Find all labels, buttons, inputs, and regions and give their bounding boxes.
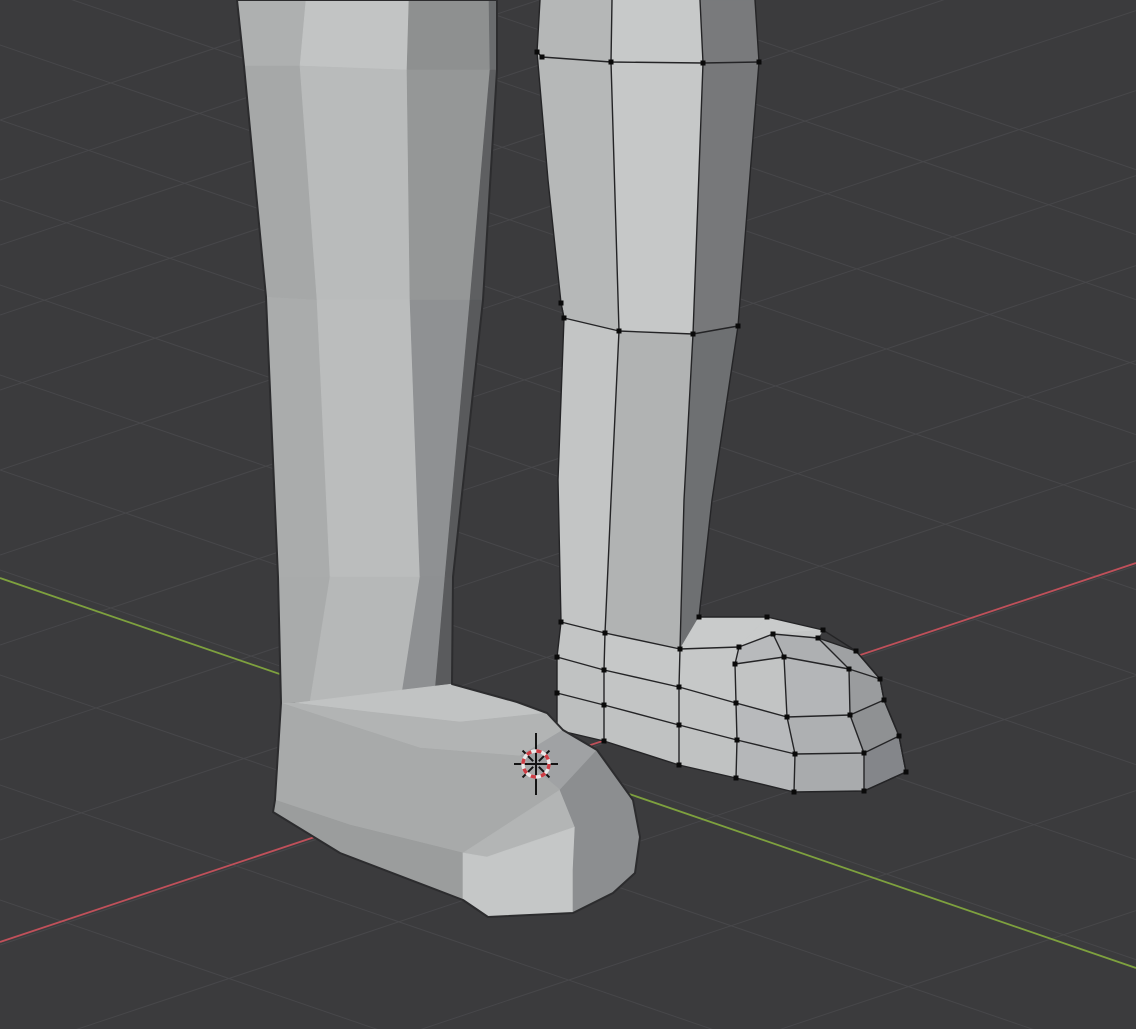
mesh-vertex[interactable] bbox=[821, 628, 826, 633]
mesh-face bbox=[300, 66, 410, 300]
mesh-vertex[interactable] bbox=[535, 50, 540, 55]
mesh-face bbox=[489, 0, 497, 70]
mesh-vertex[interactable] bbox=[848, 713, 853, 718]
mesh-vertex[interactable] bbox=[736, 324, 741, 329]
mesh-vertex[interactable] bbox=[782, 655, 787, 660]
mesh-vertex[interactable] bbox=[701, 61, 706, 66]
mesh-vertex[interactable] bbox=[559, 301, 564, 306]
mesh-vertex[interactable] bbox=[555, 655, 560, 660]
mesh-face bbox=[605, 331, 693, 649]
mesh-vertex[interactable] bbox=[691, 332, 696, 337]
viewport-canvas[interactable] bbox=[0, 0, 1136, 1029]
mesh-face bbox=[300, 0, 409, 70]
mesh-vertex[interactable] bbox=[771, 632, 776, 637]
mesh-vertex[interactable] bbox=[603, 631, 608, 636]
mesh-vertex[interactable] bbox=[785, 715, 790, 720]
mesh-vertex[interactable] bbox=[678, 647, 683, 652]
mesh-face bbox=[537, 0, 612, 62]
mesh-vertex[interactable] bbox=[878, 677, 883, 682]
mesh-vertex[interactable] bbox=[816, 636, 821, 641]
mesh-vertex[interactable] bbox=[734, 776, 739, 781]
mesh-vertex[interactable] bbox=[602, 668, 607, 673]
mesh-vertex[interactable] bbox=[602, 703, 607, 708]
mesh-vertex[interactable] bbox=[609, 60, 614, 65]
mesh-vertex[interactable] bbox=[862, 751, 867, 756]
mesh-vertex[interactable] bbox=[847, 667, 852, 672]
mesh-face bbox=[611, 0, 703, 63]
mesh-face bbox=[611, 62, 703, 334]
mesh-face bbox=[237, 0, 306, 66]
mesh-face bbox=[317, 300, 420, 577]
mesh-vertex[interactable] bbox=[540, 55, 545, 60]
mesh-face bbox=[407, 0, 490, 70]
mesh-vertex[interactable] bbox=[677, 763, 682, 768]
mesh-vertex[interactable] bbox=[792, 790, 797, 795]
mesh-vertex[interactable] bbox=[897, 734, 902, 739]
mesh-vertex[interactable] bbox=[555, 691, 560, 696]
mesh-vertex[interactable] bbox=[562, 316, 567, 321]
mesh-vertex[interactable] bbox=[734, 701, 739, 706]
mesh-vertex[interactable] bbox=[697, 615, 702, 620]
mesh-vertex[interactable] bbox=[559, 620, 564, 625]
mesh-vertex[interactable] bbox=[854, 649, 859, 654]
mesh-vertex[interactable] bbox=[737, 645, 742, 650]
mesh-vertex[interactable] bbox=[617, 329, 622, 334]
mesh-vertex[interactable] bbox=[862, 789, 867, 794]
mesh-vertex[interactable] bbox=[793, 752, 798, 757]
mesh-vertex[interactable] bbox=[882, 698, 887, 703]
mesh-vertex[interactable] bbox=[757, 60, 762, 65]
mesh-vertex[interactable] bbox=[904, 770, 909, 775]
mesh-vertex[interactable] bbox=[735, 738, 740, 743]
mesh-vertex[interactable] bbox=[677, 685, 682, 690]
mesh-vertex[interactable] bbox=[733, 662, 738, 667]
mesh-vertex[interactable] bbox=[602, 739, 607, 744]
blender-3d-viewport[interactable] bbox=[0, 0, 1136, 1029]
mesh-vertex[interactable] bbox=[677, 723, 682, 728]
mesh-face bbox=[700, 0, 759, 63]
mesh-vertex[interactable] bbox=[765, 615, 770, 620]
mesh-face bbox=[794, 753, 864, 792]
